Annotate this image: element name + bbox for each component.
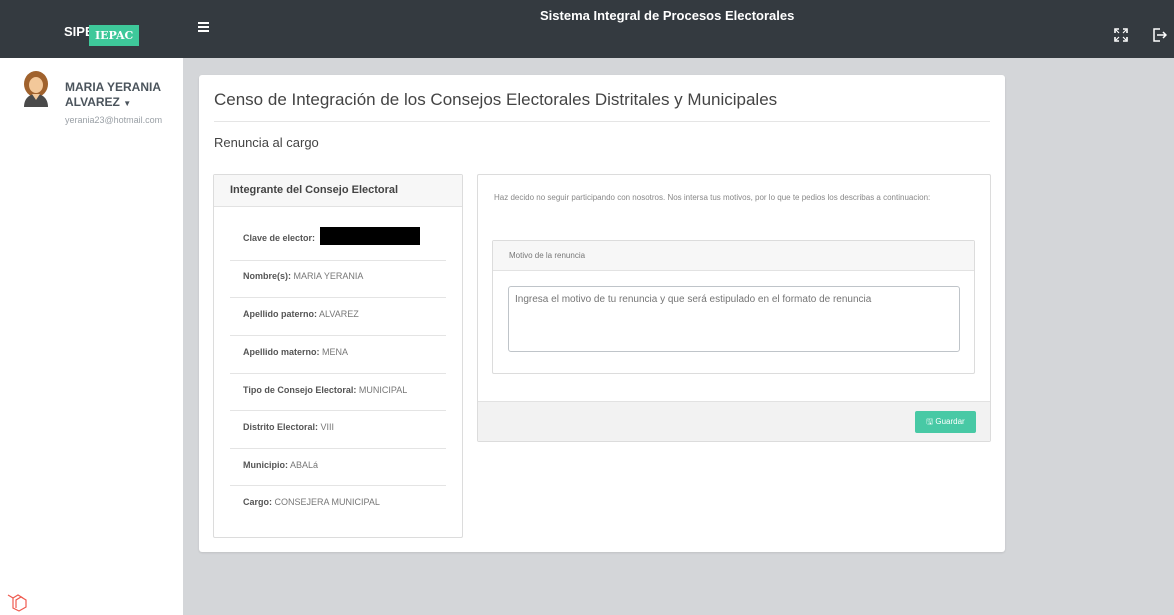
card-footer	[478, 401, 990, 441]
row-label: Municipio:	[243, 460, 288, 470]
user-name-line2: ALVAREZ	[65, 95, 120, 109]
save-icon: 🖫	[926, 417, 934, 426]
row-value: CONSEJERA MUNICIPAL	[274, 497, 380, 507]
row-divider	[230, 335, 446, 336]
row-tipo-consejo: Tipo de Consejo Electoral: MUNICIPAL	[243, 385, 407, 395]
row-label: Clave de elector:	[243, 233, 316, 243]
row-label: Tipo de Consejo Electoral:	[243, 385, 357, 395]
logout-icon[interactable]	[1152, 28, 1168, 45]
row-distrito: Distrito Electoral: VIII	[243, 422, 334, 432]
row-clave-elector: Clave de elector:	[243, 233, 315, 243]
row-cargo: Cargo: CONSEJERA MUNICIPAL	[243, 497, 380, 507]
row-apellido-materno: Apellido materno: MENA	[243, 347, 348, 357]
expand-icon[interactable]	[1114, 28, 1128, 45]
hamburger-icon[interactable]	[198, 22, 212, 36]
divider	[214, 121, 990, 122]
page-subtitle: Renuncia al cargo	[214, 135, 319, 150]
row-divider	[230, 410, 446, 411]
user-name[interactable]: MARIA YERANIA ALVAREZ ▼	[65, 80, 161, 111]
row-label: Apellido materno:	[243, 347, 320, 357]
motive-textarea[interactable]	[508, 286, 960, 352]
row-divider	[230, 260, 446, 261]
page-title: Censo de Integración de los Consejos Ele…	[214, 90, 778, 109]
user-avatar	[21, 71, 51, 107]
row-value: VIII	[320, 422, 335, 432]
row-nombre: Nombre(s): MARIA YERANIA	[243, 271, 363, 281]
laravel-logo-icon	[6, 592, 36, 612]
row-value: ALVAREZ	[319, 309, 359, 319]
row-value: ABALá	[290, 460, 319, 470]
brand-area[interactable]: SIPE IEPAC	[0, 0, 183, 58]
row-value: MARIA YERANIA	[293, 271, 364, 281]
user-name-line2-wrap: ALVAREZ ▼	[65, 95, 161, 111]
save-button[interactable]: 🖫 Guardar	[915, 411, 976, 433]
row-label: Apellido paterno:	[243, 309, 317, 319]
sidebar	[0, 58, 183, 615]
motive-section-title: Motivo de la renuncia	[509, 251, 586, 260]
save-label: Guardar	[935, 417, 965, 426]
row-apellido-paterno: Apellido paterno: ALVAREZ	[243, 309, 359, 319]
row-value: MENA	[322, 347, 349, 357]
resignation-intro: Haz decido no seguir participando con no…	[494, 193, 931, 202]
caret-down-icon: ▼	[123, 99, 132, 108]
row-label: Distrito Electoral:	[243, 422, 319, 432]
system-title: Sistema Integral de Procesos Electorales	[540, 8, 795, 23]
member-info-title: Integrante del Consejo Electoral	[230, 184, 399, 196]
user-name-line1: MARIA YERANIA	[65, 80, 162, 94]
row-label: Cargo:	[243, 497, 272, 507]
redacted-value	[320, 227, 420, 245]
row-divider	[230, 297, 446, 298]
user-email: yerania23@hotmail.com	[65, 115, 163, 125]
row-divider	[230, 373, 446, 374]
brand-badge: IEPAC	[89, 25, 140, 46]
row-value: MUNICIPAL	[358, 385, 408, 395]
row-municipio: Municipio: ABALá	[243, 460, 318, 470]
row-label: Nombre(s):	[243, 271, 292, 281]
row-divider	[230, 485, 446, 486]
row-divider	[230, 448, 446, 449]
